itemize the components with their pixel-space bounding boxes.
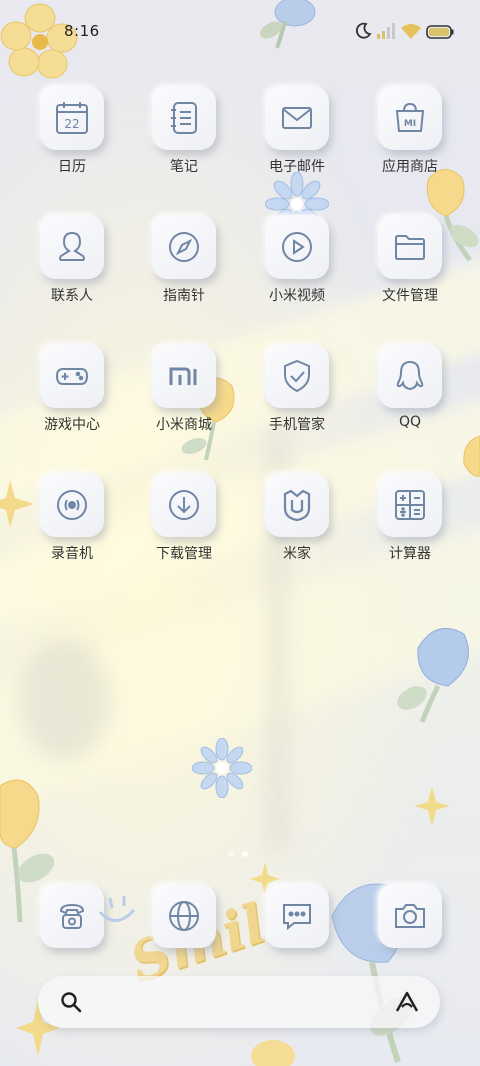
app-mi-store[interactable]: 小米商城	[134, 344, 234, 454]
calendar-icon: 22	[56, 102, 88, 134]
app-label: 小米商城	[156, 417, 212, 433]
status-time: 8:16	[64, 22, 100, 40]
app-notes[interactable]: 笔记	[134, 86, 234, 196]
app-label: 笔记	[170, 159, 198, 175]
camera-icon	[395, 904, 425, 928]
app-security[interactable]: 手机管家	[247, 344, 347, 454]
app-store-icon: MI	[395, 102, 425, 132]
app-video[interactable]: 小米视频	[247, 215, 347, 325]
security-shield-icon	[284, 359, 310, 393]
app-label: 米家	[283, 546, 311, 562]
download-icon	[169, 490, 199, 520]
app-downloads[interactable]: 下载管理	[134, 473, 234, 583]
compass-icon	[169, 232, 199, 262]
wallpaper-star-right	[414, 786, 450, 826]
app-label: 小米视频	[269, 288, 325, 304]
qq-icon	[396, 360, 424, 391]
recorder-icon	[57, 490, 87, 520]
browser-icon	[169, 901, 199, 931]
wifi-icon	[401, 24, 421, 39]
calculator-icon	[395, 490, 425, 520]
app-label: QQ	[398, 414, 422, 430]
moon-icon	[355, 22, 372, 39]
app-compass[interactable]: 指南针	[134, 215, 234, 325]
mijia-icon	[283, 489, 311, 522]
app-app-store[interactable]: MI 应用商店	[360, 86, 460, 196]
wallpaper-flower-bottom	[251, 1040, 295, 1066]
page-dot-active[interactable]	[242, 851, 248, 857]
search-icon[interactable]	[60, 991, 82, 1013]
wallpaper-tulip-blue-right	[397, 627, 469, 723]
app-mail[interactable]: 电子邮件	[247, 86, 347, 196]
mail-icon	[282, 107, 312, 129]
app-calendar[interactable]: 22 日历	[22, 86, 122, 196]
mi-store-icon	[169, 367, 197, 385]
app-calculator[interactable]: 计算器	[360, 473, 460, 583]
app-label: 游戏中心	[44, 417, 100, 433]
app-label: 文件管理	[382, 288, 438, 304]
wallpaper-daisy-blue-low	[192, 738, 252, 798]
app-label: 下载管理	[156, 546, 212, 562]
app-label: 电子邮件	[269, 159, 325, 175]
dock-messages[interactable]	[265, 884, 329, 948]
app-label: 日历	[58, 159, 86, 175]
assistant-icon[interactable]	[394, 990, 420, 1014]
dock-phone[interactable]	[40, 884, 104, 948]
messages-icon	[283, 904, 311, 931]
app-label: 联系人	[51, 288, 93, 304]
app-contacts[interactable]: 联系人	[22, 215, 122, 325]
svg-text:22: 22	[64, 117, 79, 131]
app-label: 录音机	[51, 546, 93, 562]
page-dot[interactable]	[228, 851, 234, 857]
status-bar: 8:16	[0, 0, 480, 62]
wallpaper-smile-face	[98, 896, 136, 922]
gamepad-icon	[55, 368, 89, 385]
video-icon	[282, 232, 312, 262]
search-bar[interactable]	[38, 976, 440, 1028]
app-label: 应用商店	[382, 159, 438, 175]
app-mijia[interactable]: 米家	[247, 473, 347, 583]
app-file-manager[interactable]: 文件管理	[360, 215, 460, 325]
phone-icon	[59, 903, 85, 929]
svg-text:MI: MI	[404, 119, 416, 129]
app-label: 指南针	[163, 288, 205, 304]
contacts-icon	[59, 231, 85, 261]
app-qq[interactable]: QQ	[360, 344, 460, 454]
signal-icon	[377, 23, 395, 39]
app-label: 手机管家	[269, 417, 325, 433]
app-game-center[interactable]: 游戏中心	[22, 344, 122, 454]
dock-browser[interactable]	[152, 884, 216, 948]
app-label: 计算器	[389, 546, 431, 562]
battery-icon	[426, 25, 454, 39]
app-recorder[interactable]: 录音机	[22, 473, 122, 583]
dock-camera[interactable]	[378, 884, 442, 948]
notes-icon	[171, 102, 197, 134]
page-indicator[interactable]	[228, 851, 248, 857]
folder-icon	[395, 235, 425, 260]
